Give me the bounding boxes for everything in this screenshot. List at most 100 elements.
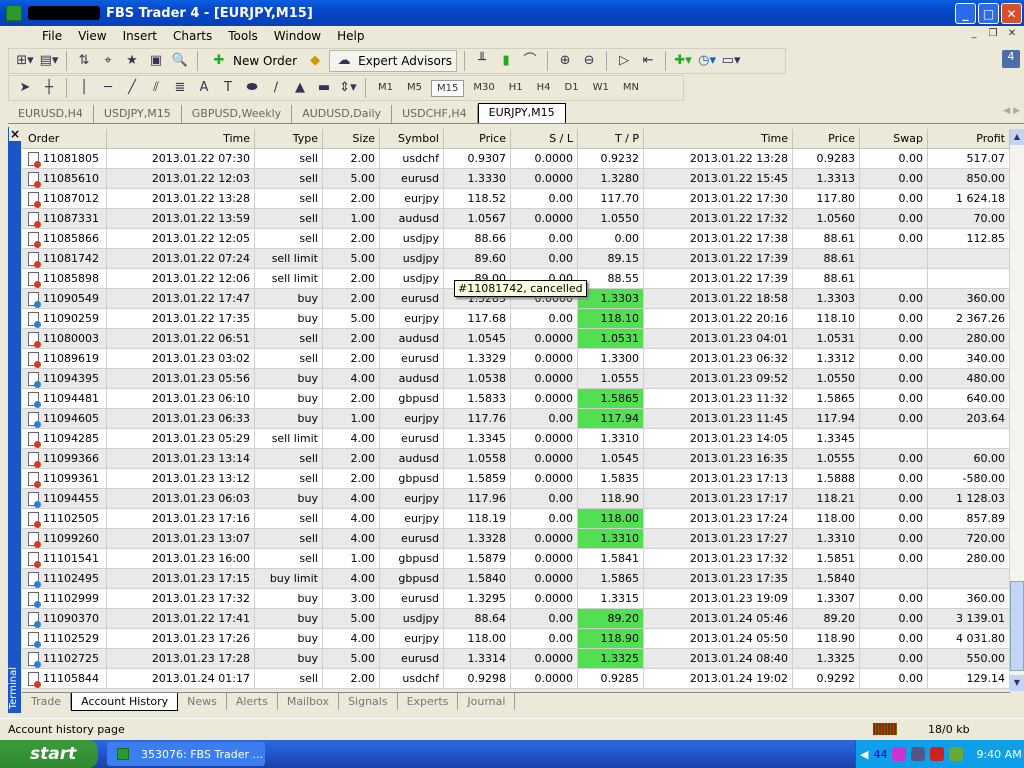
templates-icon[interactable]: ▭▾ bbox=[721, 52, 741, 70]
text-label-icon[interactable]: T bbox=[218, 79, 238, 97]
table-row[interactable]: 11090370 2013.01.22 17:41 buy 5.00 usdjpy 88.… bbox=[22, 609, 1010, 629]
mdi-restore-icon[interactable]: ❐ bbox=[985, 28, 1001, 42]
timeframe-m1[interactable]: M1 bbox=[373, 80, 398, 97]
vertical-scrollbar[interactable]: ▲ ▼ bbox=[1010, 129, 1024, 691]
column-header-type[interactable]: Type bbox=[255, 129, 323, 148]
horizontal-line-icon[interactable]: ─ bbox=[98, 79, 118, 97]
new-order-button[interactable]: ✚ New Order bbox=[205, 50, 301, 72]
table-row[interactable]: 11102725 2013.01.23 17:28 buy 5.00 eurusd 1.3… bbox=[22, 649, 1010, 669]
column-header-time[interactable]: Time bbox=[644, 129, 793, 148]
tab-alerts[interactable]: Alerts bbox=[227, 693, 278, 710]
table-row[interactable]: 11102999 2013.01.23 17:32 buy 3.00 eurusd 1.3… bbox=[22, 589, 1010, 609]
table-row[interactable]: 11102505 2013.01.23 17:16 sell 4.00 eurjpy 11… bbox=[22, 509, 1010, 529]
menu-view[interactable]: View bbox=[70, 29, 114, 43]
close-button[interactable]: ✕ bbox=[1001, 3, 1022, 24]
tab-account-history[interactable]: Account History bbox=[71, 693, 179, 711]
table-row[interactable]: 11099366 2013.01.23 13:14 sell 2.00 audusd 1.… bbox=[22, 449, 1010, 469]
timeframe-mn[interactable]: MN bbox=[618, 80, 644, 97]
table-row[interactable]: 11099260 2013.01.23 13:07 sell 4.00 eurusd 1.… bbox=[22, 529, 1010, 549]
indicators-icon[interactable]: ✚▾ bbox=[673, 52, 693, 70]
chart-shift-icon[interactable]: ⇤ bbox=[638, 52, 658, 70]
scroll-up-icon[interactable]: ▲ bbox=[1010, 129, 1024, 145]
maximize-button[interactable]: □ bbox=[978, 3, 999, 24]
timeframe-m30[interactable]: M30 bbox=[468, 80, 499, 97]
column-header-swap[interactable]: Swap bbox=[860, 129, 928, 148]
column-header-price[interactable]: Price bbox=[444, 129, 511, 148]
tray-expand-icon[interactable]: ◀ bbox=[860, 748, 868, 761]
chart-tab[interactable]: USDCHF,H4 bbox=[392, 105, 478, 123]
crosshair-icon[interactable]: ┼ bbox=[39, 79, 59, 97]
column-header-price[interactable]: Price bbox=[793, 129, 860, 148]
zoom-in-icon[interactable]: ⊕ bbox=[555, 52, 575, 70]
text-icon[interactable]: A bbox=[194, 79, 214, 97]
timeframe-m5[interactable]: M5 bbox=[402, 80, 427, 97]
timeframe-m15[interactable]: M15 bbox=[431, 79, 465, 97]
network-icon[interactable] bbox=[911, 747, 926, 761]
line-chart-icon[interactable]: ⌒ bbox=[520, 52, 540, 70]
mdi-close-icon[interactable]: ✕ bbox=[1004, 28, 1020, 42]
table-row[interactable]: 11094481 2013.01.23 06:10 buy 2.00 gbpusd 1.5… bbox=[22, 389, 1010, 409]
scroll-thumb[interactable] bbox=[1010, 581, 1024, 671]
menu-insert[interactable]: Insert bbox=[115, 29, 165, 43]
zoom-out-icon[interactable]: ⊖ bbox=[579, 52, 599, 70]
new-chart-icon[interactable]: ⊞▾ bbox=[15, 52, 35, 70]
periods-icon[interactable]: ◷▾ bbox=[697, 52, 717, 70]
timeframe-d1[interactable]: D1 bbox=[560, 80, 584, 97]
market-watch-icon[interactable]: ⇅ bbox=[74, 52, 94, 70]
table-row[interactable]: 11080003 2013.01.22 06:51 sell 2.00 audusd 1.… bbox=[22, 329, 1010, 349]
tray-util-icon[interactable] bbox=[949, 747, 964, 761]
column-header-tp[interactable]: T / P bbox=[578, 129, 644, 148]
table-row[interactable]: 11087331 2013.01.22 13:59 sell 1.00 audusd 1.… bbox=[22, 209, 1010, 229]
table-row[interactable]: 11081805 2013.01.22 07:30 sell 2.00 usdchf 0.… bbox=[22, 149, 1010, 169]
tab-news[interactable]: News bbox=[178, 693, 227, 710]
security-icon[interactable] bbox=[930, 747, 945, 761]
timeframe-w1[interactable]: W1 bbox=[588, 80, 614, 97]
tab-signals[interactable]: Signals bbox=[339, 693, 398, 710]
data-window-icon[interactable]: ⌖ bbox=[98, 52, 118, 70]
rectangle-icon[interactable]: ▬ bbox=[314, 79, 334, 97]
candlestick-icon[interactable]: ▮ bbox=[496, 52, 516, 70]
terminal-icon[interactable]: ▣ bbox=[146, 52, 166, 70]
auto-scroll-icon[interactable]: ▷ bbox=[614, 52, 634, 70]
table-row[interactable]: 11087012 2013.01.22 13:28 sell 2.00 eurjpy 11… bbox=[22, 189, 1010, 209]
timeframe-h4[interactable]: H4 bbox=[532, 80, 556, 97]
column-header-profit[interactable]: Profit bbox=[928, 129, 1010, 148]
notification-badge[interactable]: 4 bbox=[1002, 50, 1020, 68]
table-row[interactable]: 11105844 2013.01.24 01:17 sell 2.00 usdchf 0.… bbox=[22, 669, 1010, 689]
menu-window[interactable]: Window bbox=[266, 29, 329, 43]
chart-tab[interactable]: EURJPY,M15 bbox=[477, 103, 566, 123]
chart-tab[interactable]: USDJPY,M15 bbox=[94, 105, 182, 123]
menu-tools[interactable]: Tools bbox=[220, 29, 266, 43]
triangle-icon[interactable]: ▲ bbox=[290, 79, 310, 97]
start-button[interactable]: start bbox=[0, 740, 98, 768]
chart-tab[interactable]: EURUSD,H4 bbox=[8, 105, 94, 123]
column-header-order[interactable]: Order bbox=[22, 129, 107, 148]
table-row[interactable]: 11102529 2013.01.23 17:26 buy 4.00 eurjpy 118… bbox=[22, 629, 1010, 649]
tab-mailbox[interactable]: Mailbox bbox=[278, 693, 340, 710]
gann-line-icon[interactable]: ∕ bbox=[266, 79, 286, 97]
terminal-close-icon[interactable]: × bbox=[9, 127, 21, 141]
tab-trade[interactable]: Trade bbox=[22, 693, 72, 710]
table-row[interactable]: 11085610 2013.01.22 12:03 sell 5.00 eurusd 1.… bbox=[22, 169, 1010, 189]
table-row[interactable]: 11090259 2013.01.22 17:35 buy 5.00 eurjpy 117… bbox=[22, 309, 1010, 329]
equidistant-channel-icon[interactable]: ⫽ bbox=[146, 79, 166, 97]
table-row[interactable]: 11094285 2013.01.23 05:29 sell limit 4.00 eu… bbox=[22, 429, 1010, 449]
column-header-symbol[interactable]: Symbol bbox=[380, 129, 444, 148]
mdi-minimize-icon[interactable]: _ bbox=[966, 28, 982, 42]
menu-charts[interactable]: Charts bbox=[165, 29, 220, 43]
menu-help[interactable]: Help bbox=[329, 29, 372, 43]
profiles-icon[interactable]: ▤▾ bbox=[39, 52, 59, 70]
tab-journal[interactable]: Journal bbox=[458, 693, 516, 710]
table-row[interactable]: 11089619 2013.01.23 03:02 sell 2.00 eurusd 1.… bbox=[22, 349, 1010, 369]
ellipse-icon[interactable]: ⬬ bbox=[242, 79, 262, 97]
cursor-icon[interactable]: ➤ bbox=[15, 79, 35, 97]
table-row[interactable]: 11094605 2013.01.23 06:33 buy 1.00 eurjpy 117… bbox=[22, 409, 1010, 429]
chart-tab[interactable]: AUDUSD,Daily bbox=[292, 105, 393, 123]
column-header-size[interactable]: Size bbox=[323, 129, 380, 148]
fibonacci-icon[interactable]: ≣ bbox=[170, 79, 190, 97]
trendline-icon[interactable]: ╱ bbox=[122, 79, 142, 97]
table-row[interactable]: 11099361 2013.01.23 13:12 sell 2.00 gbpusd 1.… bbox=[22, 469, 1010, 489]
tray-app-icon[interactable] bbox=[892, 747, 907, 761]
vertical-line-icon[interactable]: │ bbox=[74, 79, 94, 97]
chart-tab-scroll-icon[interactable]: ◀ ▶ bbox=[1003, 106, 1020, 116]
